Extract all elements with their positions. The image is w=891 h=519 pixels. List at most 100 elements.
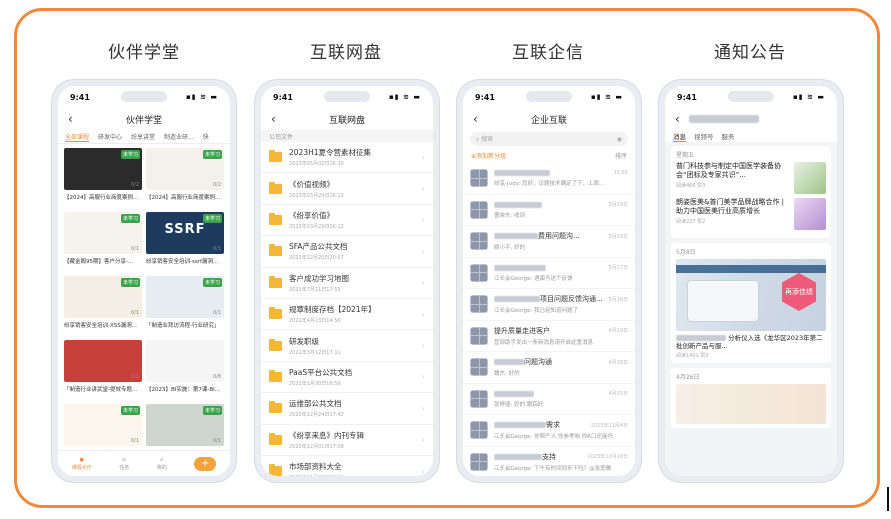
folder-date: 2020年12月24日17:42 [289, 412, 344, 419]
folder-icon [269, 307, 282, 320]
chat-row[interactable]: 问题沟通 4月28日 魏杰: 好的 [463, 352, 635, 384]
folder-row[interactable]: PaaS平台公共文档 2021年1月30日16:59 › [261, 362, 433, 394]
chevron-right-icon: › [421, 152, 425, 162]
folder-row[interactable]: 规章制度存档【2021年】 2021年4月23日14:56 › [261, 299, 433, 331]
search-input[interactable]: ⌕ 搜索 ◉ [470, 132, 628, 146]
back-icon[interactable]: ‹ [68, 112, 73, 126]
notice-card[interactable]: 4月26日 [671, 368, 831, 428]
folder-row[interactable]: 《纷享来息》内刊专辑 2020年12月01日17:08 › [261, 425, 433, 456]
chat-row[interactable]: 费用问题沟... 5月19日 姚小平: 好的 [463, 226, 635, 258]
analyzer-image [688, 281, 758, 321]
tab-mine[interactable]: ♙ 我的 [157, 457, 167, 471]
chat-row[interactable]: 项目问题反馈沟通... 5月16日 江长会George: 我已经知道问题了 [463, 289, 635, 321]
status-badge: 未学习 [120, 406, 140, 415]
tab-tasks[interactable]: ◎ 任务 [119, 457, 129, 471]
chevron-right-icon: › [421, 309, 425, 319]
tab-manufacturing[interactable]: 制造业研... [164, 132, 194, 141]
notice-thumbnail [794, 162, 826, 194]
course-title: 纷享销客安全培训-XSS漏洞... [64, 323, 137, 329]
folder-row[interactable]: SFA产品公共文档 2021年12月20日20:57 › [261, 236, 433, 268]
chat-row[interactable]: 提升质量走进客户 4月29日 营部助手发出一条新消息请开启此重消息 [463, 321, 635, 352]
course-thumbnail: 未学习 0/1 [64, 212, 142, 254]
folder-row[interactable]: 运维部公共文档 2020年12月24日17:42 › [261, 393, 433, 425]
progress-count: 0/1 [130, 374, 139, 380]
progress-count: 0/1 [212, 310, 221, 316]
add-button[interactable]: + [194, 456, 217, 471]
course-title: 「制造行业讲武堂-提效专题... [64, 387, 138, 393]
status-badge: 未学习 [202, 406, 222, 415]
folder-row[interactable]: 市场部资料大全 2020年11月05日10:24 › [261, 456, 433, 476]
add-group-button[interactable]: ⊕添加新分组 [471, 151, 506, 160]
chevron-right-icon: › [421, 215, 425, 225]
mic-icon[interactable]: ◉ [617, 136, 622, 143]
progress-count: 0/2 [130, 182, 139, 188]
chevron-right-icon: › [421, 184, 425, 194]
chat-row[interactable]: 支持 2023年12月18日 江长会George: 下午有时间同步下吗？@张宽雅 [463, 447, 635, 477]
folder-name: 《价值视频》 [289, 179, 334, 189]
notice-item[interactable]: 普门科技参与制定中国医学装备协会“团标及专家共识”... 阅读466 赞3 [676, 162, 826, 194]
notice-date: 星期五 [676, 152, 695, 159]
folder-name: 市场部资料大全 [289, 462, 342, 472]
course-title: 【2023】BI实施：第7课-BI... [146, 387, 221, 393]
tab-all-courses[interactable]: 全部课程 [65, 132, 90, 142]
notice-card[interactable]: 5月8日 再添佳绩 分析仪入选《龙华区2023年第二批创新产品与服... 阅读1… [671, 243, 831, 363]
chat-time: 5月19日 [608, 233, 628, 240]
nav-bar: ‹ 伙伴学堂 [58, 108, 230, 130]
blurred-account-name [689, 115, 759, 123]
notice-date: 5月8日 [676, 249, 696, 256]
course-card[interactable]: 未学习 0/1 【藏金阁95期】客户分享-... [64, 212, 142, 272]
sort-button[interactable]: 排序 [615, 151, 627, 160]
notice-title: 朗姿医美&普门美学品牌战略合作 | 助力中国医美行业高质增长 [676, 198, 785, 215]
course-card[interactable]: 0/1 「制造行业讲武堂-提效专题... [64, 340, 142, 400]
course-card[interactable]: 未学习 0/2 【2024】高服行业商度案例... [64, 148, 142, 208]
course-thumbnail: 未学习 0/2 [146, 148, 224, 190]
notch [526, 91, 572, 102]
notice-card: 星期五 普门科技参与制定中国医学装备协会“团标及专家共识”... 阅读466 赞… [671, 146, 831, 238]
chat-name [494, 390, 534, 398]
phone-enterprise-chat: 9:41 ▪▮ ≋ ▬ ‹ 企业互联 ⌕ 搜索 ◉ ⊕添加新分组 排序 15:5… [457, 80, 641, 482]
chat-row[interactable]: 5月17日 江长会George: 遇康写这个反馈 [463, 258, 635, 289]
group-avatar [470, 263, 488, 282]
folder-date: 2023年03月29日16:12 [289, 192, 344, 199]
status-time: 9:41 [70, 92, 90, 102]
notice-thumbnail [794, 198, 826, 230]
chat-row[interactable]: 5月29日 曹晓东: 收到 [463, 195, 635, 226]
group-avatar [470, 295, 488, 314]
course-card[interactable]: 0/8 【2023】BI实施：第7课-BI... [146, 340, 224, 400]
course-card[interactable]: SSRF 未学习 0/1 纷享销客安全培训-ssrf漏洞... [146, 212, 224, 272]
tab-video[interactable]: 视频号 [694, 131, 714, 141]
blurred-text [494, 296, 540, 303]
chat-row[interactable]: 15:55 纷享-Judy: 您好，议题技术确定了下，上周... [463, 163, 635, 195]
tab-lecture-hall[interactable]: 纷享讲堂 [131, 132, 155, 141]
blurred-text [494, 422, 546, 429]
tab-course-hall-label: 课程大厅 [71, 464, 92, 471]
status-badge: 未学习 [202, 278, 222, 287]
chat-last-message: 魏杰: 好的 [494, 371, 520, 378]
group-avatar [470, 232, 488, 251]
notice-meta: 阅读1401 赞3 [676, 353, 709, 359]
phone-notices: 9:41 ▪▮ ≋ ▬ ‹ 消息 视频号 服务 星期五 普门科技参与制定中国医学… [659, 80, 843, 482]
tab-messages[interactable]: 消息 [673, 131, 686, 142]
nav-bar: ‹ 企业互联 [463, 108, 635, 130]
chat-row[interactable]: 4月25日 张婷瑶: 好的 跟踪好 [463, 384, 635, 415]
course-card[interactable]: 未学习 0/2 【2024】高服行业商度案例... [146, 148, 224, 208]
tab-rd-center[interactable]: 研发中心 [98, 132, 122, 141]
tab-more[interactable]: 快 [203, 132, 209, 141]
section-title-cloud-drive: 互联网盘 [310, 43, 382, 63]
tab-services[interactable]: 服务 [722, 131, 735, 141]
folder-row[interactable]: 客户成功学习地图 2021年7月21日17:55 › [261, 268, 433, 299]
back-icon[interactable]: ‹ [675, 112, 680, 126]
notice-item[interactable]: 朗姿医美&普门美学品牌战略合作 | 助力中国医美行业高质增长 阅读227 赞2 [676, 198, 826, 230]
folder-row[interactable]: 《价值视频》 2023年03月29日16:12 › [261, 173, 433, 205]
course-card[interactable]: 未学习 0/1 「制造业拜访流程-行业研究」 [146, 276, 224, 336]
tab-course-hall[interactable]: ● 课程大厅 [72, 457, 92, 471]
folder-row[interactable]: 研发职级 2021年3月12日17:11 › [261, 330, 433, 362]
folder-row[interactable]: 《纷享价值》 2023年03月29日16:12 › [261, 205, 433, 237]
back-icon[interactable]: ‹ [473, 112, 478, 126]
course-card[interactable]: 未学习 0/1 纷享销客安全培训-XSS漏洞... [64, 276, 142, 336]
back-icon[interactable]: ‹ [271, 112, 276, 126]
chat-row[interactable]: 需求 2023年11月4日 江长会George: 你帮产义 你参考咱 你R口还能吗 [463, 415, 635, 447]
notice-banner-image [676, 384, 826, 424]
folder-row[interactable]: 2023H1夏令营素材征集 2023年05月02日16:30 › [261, 142, 433, 174]
tab-tasks-label: 任务 [119, 464, 130, 471]
